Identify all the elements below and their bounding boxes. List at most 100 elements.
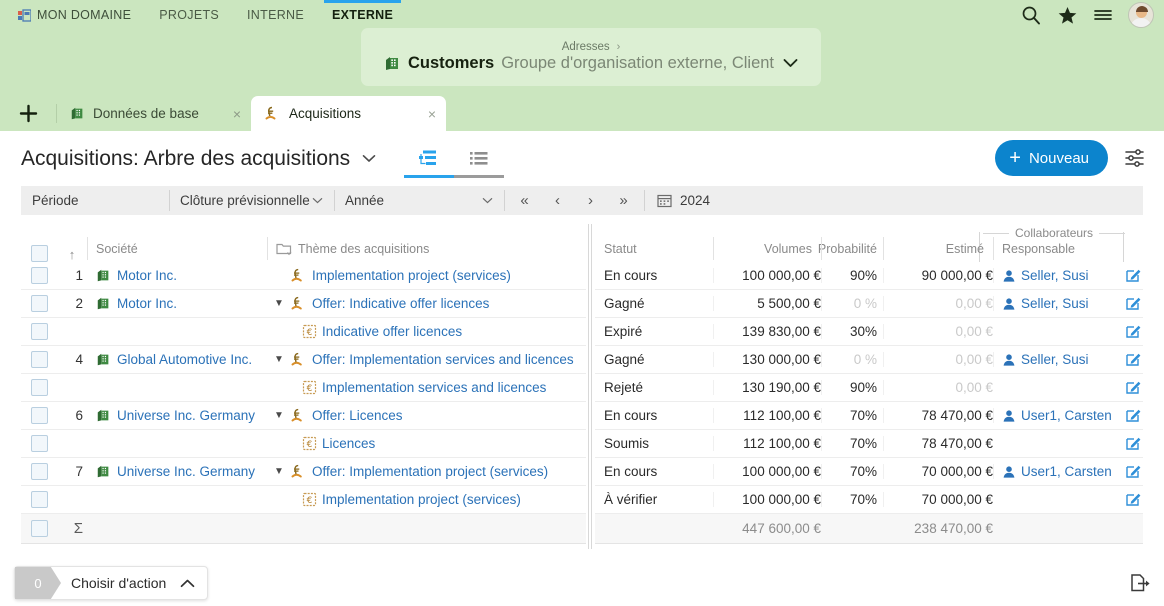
new-button[interactable]: + Nouveau bbox=[995, 140, 1108, 176]
table-row[interactable]: Rejeté 130 190,00 €90% 0,00 € bbox=[595, 374, 1143, 402]
select-all-checkbox[interactable] bbox=[30, 245, 48, 262]
theme-link[interactable]: Offer: Licences bbox=[312, 408, 403, 423]
close-icon[interactable]: × bbox=[233, 106, 241, 122]
row-checkbox[interactable] bbox=[30, 520, 48, 537]
filter-range-select[interactable]: Année bbox=[334, 186, 504, 215]
edit-icon[interactable] bbox=[1125, 435, 1142, 452]
nav-next-button[interactable]: › bbox=[574, 192, 607, 209]
table-row[interactable]: En cours 112 100,00 €70% 78 470,00 € User1,… bbox=[595, 402, 1143, 430]
column-header-estime[interactable]: Estimé bbox=[883, 235, 993, 262]
period-value[interactable]: 2024 bbox=[644, 186, 721, 215]
table-row[interactable]: € Licences bbox=[21, 430, 586, 458]
table-row[interactable]: 1 Motor Inc. ▼Implementation project (serv… bbox=[21, 262, 586, 290]
responsable-link[interactable]: Seller, Susi bbox=[1021, 268, 1089, 283]
nav-first-button[interactable]: « bbox=[508, 192, 541, 209]
responsable-link[interactable]: Seller, Susi bbox=[1021, 296, 1089, 311]
row-checkbox[interactable] bbox=[30, 463, 48, 480]
chevron-down-icon[interactable] bbox=[783, 55, 798, 72]
edit-icon[interactable] bbox=[1125, 379, 1142, 396]
theme-link[interactable]: Offer: Implementation project (services) bbox=[312, 464, 548, 479]
search-icon[interactable] bbox=[1020, 4, 1042, 26]
table-row[interactable]: À vérifier 100 000,00 €70% 70 000,00 € bbox=[595, 486, 1143, 514]
theme-link[interactable]: Indicative offer licences bbox=[322, 324, 462, 339]
theme-link[interactable]: Implementation project (services) bbox=[312, 268, 511, 283]
column-header-societe[interactable]: Société bbox=[87, 235, 267, 262]
expand-toggle-icon[interactable]: ▼ bbox=[272, 298, 286, 309]
responsable-link[interactable]: Seller, Susi bbox=[1021, 352, 1089, 367]
filter-closing-select[interactable]: Clôture prévisionnelle bbox=[169, 186, 334, 215]
nav-prev-button[interactable]: ‹ bbox=[541, 192, 574, 209]
company-link[interactable]: Universe Inc. Germany bbox=[117, 408, 255, 423]
table-row[interactable]: Expiré 139 830,00 €30% 0,00 € bbox=[595, 318, 1143, 346]
column-header-statut[interactable]: Statut bbox=[595, 235, 713, 262]
table-row[interactable]: Gagné 130 000,00 €0 % 0,00 € Seller, Susi bbox=[595, 346, 1143, 374]
sliders-icon[interactable] bbox=[1120, 143, 1150, 173]
table-row[interactable]: 2 Motor Inc. ▼ Offer: Indicative offer lice… bbox=[21, 290, 586, 318]
table-row[interactable]: Gagné 5 500,00 €0 % 0,00 € Seller, Susi bbox=[595, 290, 1143, 318]
nav-last-button[interactable]: » bbox=[607, 192, 640, 209]
theme-link[interactable]: Offer: Indicative offer licences bbox=[312, 296, 489, 311]
table-row[interactable]: € Implementation services and licences bbox=[21, 374, 586, 402]
sort-indicator-icon[interactable]: ↑ bbox=[57, 247, 87, 262]
row-checkbox[interactable] bbox=[30, 267, 48, 284]
edit-icon[interactable] bbox=[1125, 323, 1142, 340]
edit-icon[interactable] bbox=[1125, 351, 1142, 368]
tree-view-toggle[interactable] bbox=[404, 140, 455, 178]
edit-icon[interactable] bbox=[1125, 407, 1142, 424]
company-link[interactable]: Global Automotive Inc. bbox=[117, 352, 252, 367]
nav-item-externe[interactable]: EXTERNE bbox=[318, 0, 407, 30]
company-link[interactable]: Universe Inc. Germany bbox=[117, 464, 255, 479]
row-checkbox[interactable] bbox=[30, 435, 48, 452]
close-icon[interactable]: × bbox=[428, 106, 436, 122]
responsable-link[interactable]: User1, Carsten bbox=[1021, 408, 1112, 423]
theme-link[interactable]: Implementation project (services) bbox=[322, 492, 521, 507]
company-link[interactable]: Motor Inc. bbox=[117, 296, 177, 311]
edit-icon[interactable] bbox=[1125, 491, 1142, 508]
nav-item-mon-domaine[interactable]: MON DOMAINE bbox=[14, 0, 145, 30]
tab-donnees-de-base[interactable]: Données de base × bbox=[56, 96, 251, 131]
list-view-toggle[interactable] bbox=[454, 140, 505, 178]
star-icon[interactable] bbox=[1056, 4, 1078, 26]
nav-item-projets[interactable]: PROJETS bbox=[145, 0, 233, 30]
expand-toggle-icon[interactable]: ▼ bbox=[272, 466, 286, 477]
expand-toggle-icon[interactable]: ▼ bbox=[272, 410, 286, 421]
pane-divider[interactable] bbox=[586, 224, 595, 549]
export-icon[interactable] bbox=[1128, 572, 1150, 599]
column-header-responsable[interactable]: Responsable bbox=[993, 235, 1123, 262]
theme-link[interactable]: Licences bbox=[322, 436, 375, 451]
user-avatar[interactable] bbox=[1128, 2, 1154, 28]
table-row[interactable]: 7 Universe Inc. Germany ▼ Offer: Implementa… bbox=[21, 458, 586, 486]
edit-icon[interactable] bbox=[1125, 463, 1142, 480]
table-row[interactable]: 6 Universe Inc. Germany ▼ Offer: Licences bbox=[21, 402, 586, 430]
table-row[interactable]: € Implementation project (services) bbox=[21, 486, 586, 514]
choose-action-button[interactable]: 0 Choisir d'action bbox=[14, 566, 209, 600]
table-row[interactable]: 4 Global Automotive Inc. ▼ Offer: Implement… bbox=[21, 346, 586, 374]
row-checkbox[interactable] bbox=[30, 295, 48, 312]
table-row[interactable]: Soumis 112 100,00 €70% 78 470,00 € bbox=[595, 430, 1143, 458]
edit-icon[interactable] bbox=[1125, 267, 1142, 284]
row-checkbox[interactable] bbox=[30, 323, 48, 340]
theme-link[interactable]: Offer: Implementation services and licen… bbox=[312, 352, 574, 367]
row-checkbox[interactable] bbox=[30, 379, 48, 396]
edit-icon[interactable] bbox=[1125, 295, 1142, 312]
column-header-probabilite[interactable]: Probabilité bbox=[818, 235, 883, 262]
tab-acquisitions[interactable]: Acquisitions × bbox=[251, 96, 446, 131]
company-link[interactable]: Motor Inc. bbox=[117, 268, 177, 283]
table-row[interactable]: En cours 100 000,00 €90% 90 000,00 € Seller… bbox=[595, 262, 1143, 290]
menu-icon[interactable] bbox=[1092, 4, 1114, 26]
row-checkbox[interactable] bbox=[30, 351, 48, 368]
row-checkbox[interactable] bbox=[30, 491, 48, 508]
expand-toggle-icon[interactable]: ▼ bbox=[272, 354, 286, 365]
chevron-down-icon[interactable] bbox=[362, 150, 376, 167]
add-tab-button[interactable] bbox=[0, 96, 56, 131]
column-header-volumes[interactable]: Volumes bbox=[713, 235, 821, 262]
responsable-link[interactable]: User1, Carsten bbox=[1021, 464, 1112, 479]
theme-link[interactable]: Implementation services and licences bbox=[322, 380, 546, 395]
breadcrumb-item-adresses[interactable]: Adresses bbox=[562, 41, 610, 53]
row-checkbox[interactable] bbox=[30, 407, 48, 424]
table-row[interactable]: En cours 100 000,00 €70% 70 000,00 € User1,… bbox=[595, 458, 1143, 486]
table-row[interactable]: € Indicative offer licences bbox=[21, 318, 586, 346]
nav-item-interne[interactable]: INTERNE bbox=[233, 0, 318, 30]
column-header-theme[interactable]: Thème des acquisitions bbox=[267, 235, 586, 262]
context-card[interactable]: Adresses › Customers Groupe d'organisati… bbox=[361, 28, 821, 86]
